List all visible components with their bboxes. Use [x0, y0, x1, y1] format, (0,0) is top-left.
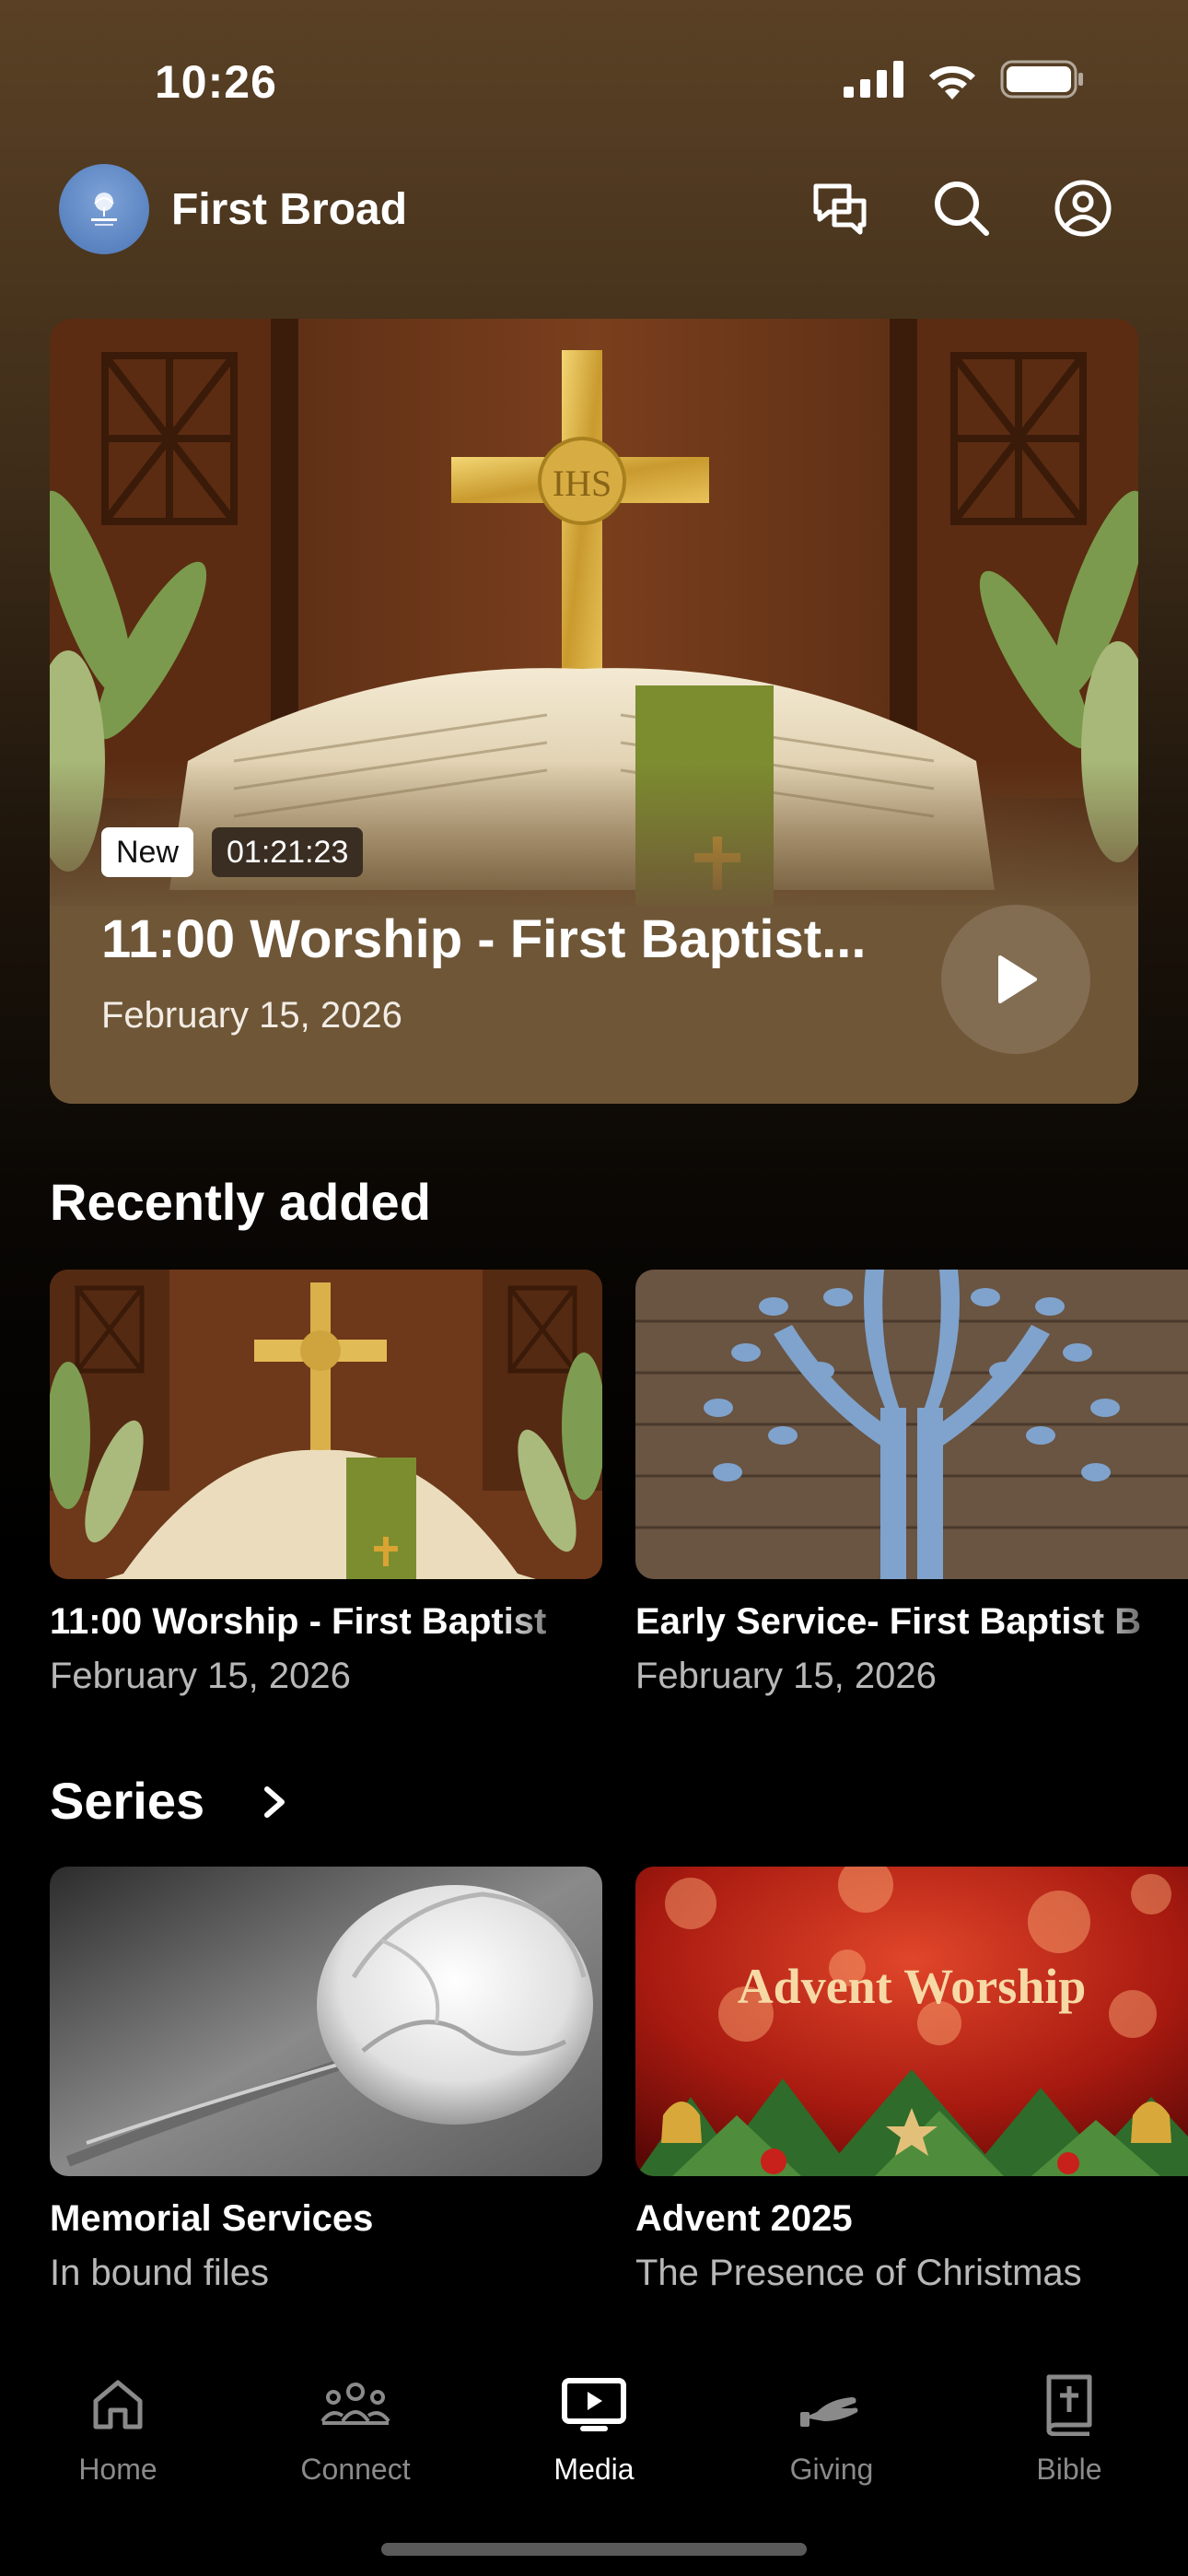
series-see-all-button[interactable] [256, 1782, 293, 1827]
tab-label: Connect [300, 2453, 411, 2486]
tab-home[interactable]: Home [26, 2368, 210, 2487]
chat-icon [813, 183, 867, 235]
rose-thumbnail-image [50, 1867, 602, 2176]
recent-item-thumbnail [635, 1270, 1188, 1579]
series-card[interactable]: Advent Worship Advent 2025 The Presence … [635, 1867, 1188, 2294]
tab-bible[interactable]: Bible [977, 2368, 1161, 2487]
tab-connect[interactable]: Connect [263, 2368, 448, 2487]
cellular-signal-icon [844, 61, 903, 98]
bible-icon [1046, 2374, 1092, 2436]
recent-item-date: February 15, 2026 [635, 1656, 937, 1696]
advent-thumb-title: Advent Worship [738, 1959, 1087, 2014]
recently-added-heading: Recently added [50, 1173, 431, 1231]
status-time: 10:26 [155, 56, 277, 108]
search-icon [935, 181, 989, 236]
tab-label: Media [553, 2453, 635, 2486]
app-screen: 10:26 First Broad IHS New 01:21:23 11:00… [0, 0, 1188, 2576]
status-icons [844, 59, 1085, 100]
home-icon [93, 2380, 143, 2430]
tab-giving[interactable]: Giving [740, 2368, 924, 2487]
tab-media[interactable]: Media [502, 2368, 686, 2487]
tab-label: Bible [1036, 2453, 1102, 2486]
play-button[interactable] [941, 905, 1090, 1054]
new-badge: New [101, 827, 194, 877]
home-indicator[interactable] [381, 2543, 807, 2556]
giving-icon [800, 2397, 858, 2427]
tab-bar: Home Connect Media Giving Bible [0, 2340, 1188, 2576]
church-logo-icon [91, 193, 117, 226]
app-header: First Broad [0, 164, 1188, 254]
recent-item-thumbnail [50, 1270, 602, 1579]
featured-video-card[interactable]: IHS New 01:21:23 11:00 Worship - First B… [50, 319, 1138, 1104]
battery-icon [1000, 60, 1083, 99]
series-heading[interactable]: Series [50, 1771, 204, 1831]
profile-icon [1054, 180, 1112, 237]
series-title: Advent 2025 [635, 2198, 853, 2239]
series-thumbnail [50, 1867, 602, 2176]
series-thumbnail: Advent Worship [635, 1867, 1188, 2176]
featured-video-title: 11:00 Worship - First Baptist... [101, 909, 867, 969]
duration-badge: 01:21:23 [212, 827, 364, 877]
featured-video-date: February 15, 2026 [101, 995, 402, 1036]
people-icon [320, 2383, 390, 2425]
tab-label: Giving [789, 2453, 874, 2486]
org-name: First Broad [171, 185, 408, 234]
recent-item-title: Early Service- First Baptist B [635, 1601, 1142, 1642]
recent-item-title: 11:00 Worship - First Baptist [50, 1601, 547, 1642]
profile-button[interactable] [1048, 173, 1118, 243]
play-icon [998, 955, 1037, 1003]
recent-item-date: February 15, 2026 [50, 1656, 351, 1696]
series-subtitle: The Presence of Christmas [635, 2253, 1082, 2293]
advent-thumbnail-image: Advent Worship [635, 1867, 1188, 2176]
series-card[interactable]: Memorial Services In bound files [50, 1867, 602, 2294]
chevron-right-icon [264, 1786, 285, 1818]
tree-thumbnail-image [635, 1270, 1188, 1579]
series-title: Memorial Services [50, 2198, 374, 2239]
media-icon [562, 2378, 626, 2431]
series-subtitle: In bound files [50, 2253, 269, 2293]
svg-text:IHS: IHS [553, 463, 611, 504]
search-button[interactable] [926, 173, 996, 243]
wifi-icon [929, 65, 975, 100]
recent-item-card[interactable]: 11:00 Worship - First Baptist February 1… [50, 1270, 602, 1697]
tab-label: Home [78, 2453, 157, 2486]
chat-button[interactable] [805, 173, 875, 243]
org-logo[interactable] [59, 164, 149, 254]
recent-item-card[interactable]: Early Service- First Baptist B February … [635, 1270, 1188, 1697]
worship-thumbnail-image [50, 1270, 602, 1579]
